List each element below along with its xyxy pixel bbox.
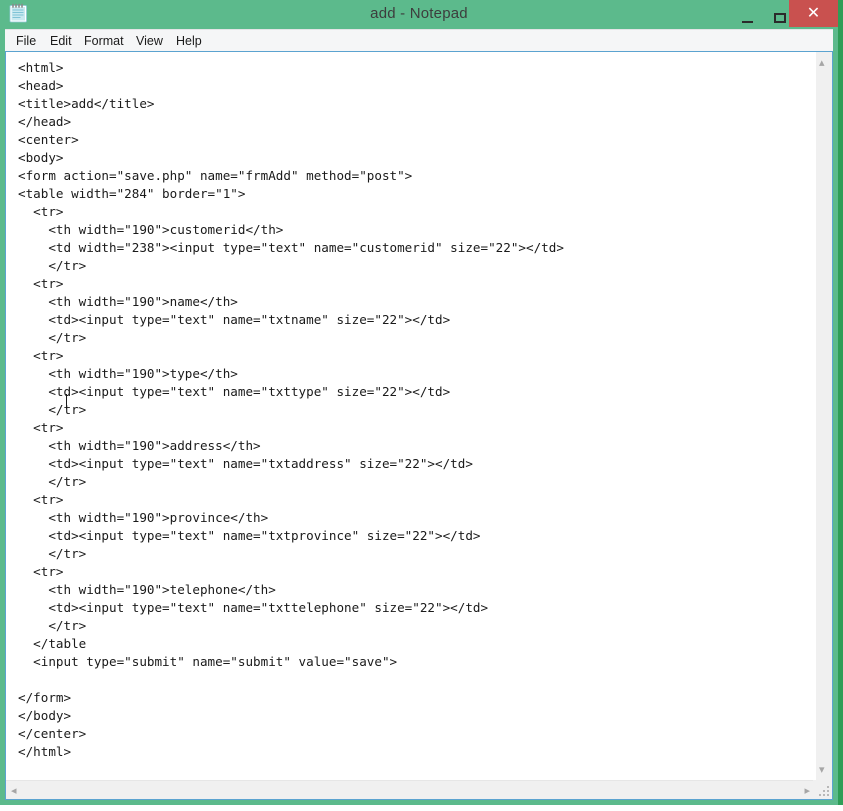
menu-item-help[interactable]: Help <box>170 30 208 52</box>
horizontal-scrollbar[interactable]: ◂ ▸ <box>6 780 815 799</box>
scroll-down-icon[interactable]: ▾ <box>819 764 825 775</box>
minimize-icon <box>741 20 753 23</box>
menu-item-edit[interactable]: Edit <box>44 30 78 52</box>
title-bar[interactable]: add - Notepad ✕ <box>0 0 838 28</box>
vertical-scrollbar[interactable]: ▴ ▾ <box>815 52 832 780</box>
scroll-right-icon[interactable]: ▸ <box>804 785 810 796</box>
window-title: add - Notepad <box>370 5 468 22</box>
text-caret <box>66 394 67 409</box>
window-frame-bottom-edge <box>0 805 843 811</box>
menu-item-view[interactable]: View <box>130 30 169 52</box>
minimize-button[interactable] <box>732 0 762 27</box>
scroll-up-icon[interactable]: ▴ <box>819 57 825 68</box>
text-editor-area[interactable]: <html> <head> <title>add</title> </head>… <box>6 52 815 780</box>
editor-container: <html> <head> <title>add</title> </head>… <box>5 51 833 800</box>
resize-grip[interactable] <box>813 780 832 799</box>
close-button[interactable]: ✕ <box>789 0 838 27</box>
menu-item-file[interactable]: File <box>10 30 42 52</box>
scroll-left-icon[interactable]: ◂ <box>11 785 17 796</box>
close-icon: ✕ <box>806 5 821 22</box>
menu-item-format[interactable]: Format <box>78 30 130 52</box>
notepad-window: add - Notepad ✕ File Edit Format View He… <box>0 0 843 811</box>
editor-content[interactable]: <html> <head> <title>add</title> </head>… <box>6 52 815 761</box>
maximize-icon <box>774 12 786 23</box>
menu-bar: File Edit Format View Help <box>5 29 833 52</box>
window-frame-right-edge <box>838 0 843 805</box>
